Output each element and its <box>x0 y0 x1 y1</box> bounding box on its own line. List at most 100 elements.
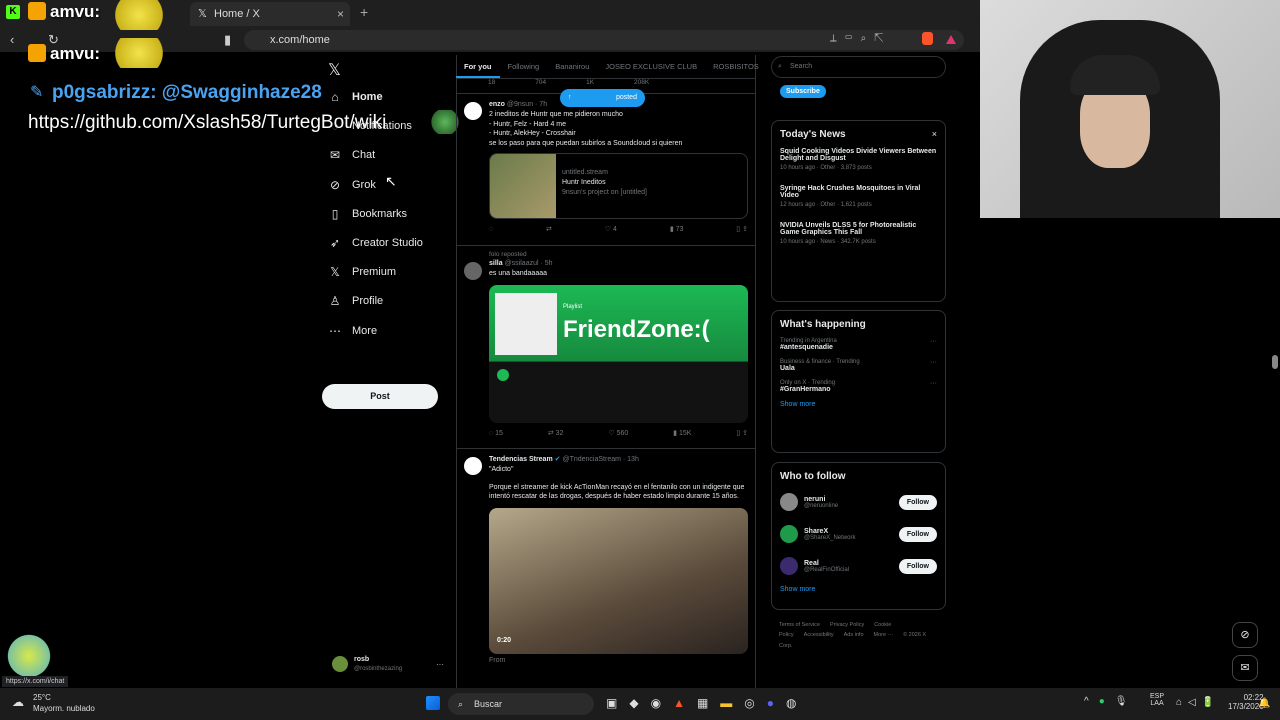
follow-suggestion[interactable]: neruni @neruonline Follow <box>772 486 945 518</box>
show-more-link[interactable]: Show more <box>772 582 945 597</box>
emote-icon <box>115 0 175 30</box>
avatar[interactable] <box>464 457 482 475</box>
tab-rosbisitos[interactable]: ROSBISITOS <box>705 55 767 78</box>
follow-suggestion[interactable]: Real @RealFinOfficial Follow <box>772 550 945 582</box>
avatar[interactable] <box>332 656 348 672</box>
scrollbar[interactable] <box>1272 355 1278 369</box>
show-more-link[interactable]: Show more <box>772 397 945 412</box>
overlay-chat-line1: amvu: <box>50 2 101 21</box>
trend-item[interactable]: Only on X · Trending #GranHermano ··· <box>772 376 945 397</box>
media-image[interactable]: Playlist FriendZone:( <box>489 284 748 423</box>
system-tray[interactable]: ^ ● 🎙 <box>1084 696 1127 707</box>
footer-link[interactable]: Terms of Service <box>779 622 820 628</box>
tweet-handle[interactable]: @TndenciaStream · 13h <box>562 456 638 463</box>
avatar[interactable] <box>464 262 482 280</box>
happening-panel: What's happening Trending in Argentina #a… <box>771 310 946 453</box>
grok-float-icon[interactable]: ⊘ <box>1232 622 1258 648</box>
weather-temp[interactable]: 25°C <box>33 693 51 702</box>
footer-link[interactable]: Ads info <box>844 632 864 638</box>
nav-item-notifications[interactable]: ◔ Notifications <box>328 112 412 140</box>
language-indicator[interactable]: ESP LAA <box>1150 693 1164 707</box>
trend-item[interactable]: Trending in Argentina #antesquenadie ··· <box>772 334 945 355</box>
nav-item-more[interactable]: ⋯ More <box>328 317 377 345</box>
subscribe-button[interactable]: Subscribe <box>780 85 826 98</box>
trend-item[interactable]: Business & finance · Trending Uala ··· <box>772 355 945 376</box>
toolbar-icons[interactable]: ⟂▭⌕⇱ <box>830 33 892 44</box>
kick-icon[interactable]: K <box>6 5 20 19</box>
messages-float-icon[interactable]: ✉ <box>1232 655 1258 681</box>
avatar[interactable] <box>780 525 798 543</box>
tweet[interactable]: enzo @9nsun · 7h 2 ineditos de Huntr que… <box>464 100 748 235</box>
search-input[interactable]: ⌕ Search <box>771 56 946 78</box>
link-card[interactable]: untitled.stream Huntr Ineditos 9nsun's p… <box>489 152 748 219</box>
video-player[interactable]: 0:20 <box>489 508 748 655</box>
like-button[interactable]: ♡ 560 <box>608 429 628 439</box>
tweet-author[interactable]: Tendencias Stream <box>489 456 553 463</box>
tab-home[interactable]: 𝕏 Home / X × <box>190 2 350 26</box>
reply-button[interactable]: ◌ 15 <box>489 429 503 439</box>
bookmark-page-icon[interactable]: ▮ <box>224 32 231 48</box>
tab-joseo-exclusive-club[interactable]: JOSEO EXCLUSIVE CLUB <box>597 55 705 78</box>
tab-bananirou[interactable]: Bananirou <box>547 55 597 78</box>
status-url: https://x.com/i/chat <box>2 676 69 687</box>
footer-link[interactable]: More ··· <box>874 632 894 638</box>
taskbar-search[interactable]: ⌕ Buscar <box>448 693 594 715</box>
who-to-follow-panel: Who to follow neruni @neruonline Follow Sha… <box>771 462 946 610</box>
views-button[interactable]: ▮ 15K <box>673 429 691 439</box>
account-more-icon[interactable]: ··· <box>436 660 444 669</box>
avatar[interactable] <box>780 493 798 511</box>
footer-link[interactable]: Accessibility <box>804 632 834 638</box>
x-logo-icon[interactable]: 𝕏 <box>328 60 341 80</box>
follow-button[interactable]: Follow <box>898 494 937 510</box>
tray-icons[interactable]: ⌂◁🔋 <box>1176 697 1220 708</box>
like-button[interactable]: ♡ 4 <box>605 225 617 235</box>
back-icon[interactable]: ‹ <box>10 32 14 47</box>
tweet-handle[interactable]: @ssilaazul · 5h <box>505 260 553 267</box>
retweet-button[interactable]: ⇄ 32 <box>548 429 564 439</box>
nav-item-label: Bookmarks <box>352 207 408 220</box>
more-icon[interactable]: ··· <box>930 338 937 345</box>
follow-suggestion[interactable]: ShareX @ShareX_Network Follow <box>772 518 945 550</box>
footer-link[interactable]: Privacy Policy <box>830 622 864 628</box>
nav-item-creator-studio[interactable]: ➶ Creator Studio <box>328 229 423 257</box>
reply-icon[interactable]: ◌ <box>489 225 493 235</box>
nav-item-bookmarks[interactable]: ▯ Bookmarks <box>328 200 407 228</box>
nav-item-profile[interactable]: ♙ Profile <box>328 287 384 315</box>
brave-icon[interactable] <box>922 32 933 45</box>
tab-for-you[interactable]: For you <box>456 55 500 78</box>
bookmark-icon[interactable]: ▯ ⇪ <box>736 429 748 439</box>
follow-button[interactable]: Follow <box>898 558 937 574</box>
close-icon[interactable]: × <box>932 129 937 139</box>
follow-title: Who to follow <box>780 471 846 482</box>
tweet[interactable]: folo reposted silla @ssilaazul · 5h es u… <box>464 250 748 438</box>
taskbar-apps[interactable]: ▣ ◆ ◉ ▲ ▦ ▬ ◎ ● ◍ <box>606 696 797 710</box>
news-item[interactable]: NVIDIA Unveils DLSS 5 for Photorealistic… <box>772 218 945 255</box>
more-icon[interactable]: ··· <box>930 359 937 366</box>
folder-icon: ▬ <box>720 696 733 710</box>
views-button[interactable]: ▮ 73 <box>670 225 684 235</box>
nav-item-chat[interactable]: ✉ Chat <box>328 141 375 169</box>
post-button[interactable]: Post <box>322 384 438 409</box>
news-item[interactable]: Squid Cooking Videos Divide Viewers Betw… <box>772 144 945 181</box>
tweet[interactable]: Tendencias Stream ✔ @TndenciaStream · 13… <box>464 455 748 666</box>
news-item[interactable]: Syringe Hack Crushes Mosquitoes in Viral… <box>772 181 945 218</box>
tweet-author[interactable]: enzo <box>489 101 505 108</box>
bookmark-icon[interactable]: ▯ ⇪ <box>736 225 748 235</box>
follow-button[interactable]: Follow <box>898 526 937 542</box>
nav-item-premium[interactable]: 𝕏 Premium <box>328 258 396 286</box>
rewards-icon[interactable] <box>946 35 956 44</box>
tweet-author[interactable]: silla <box>489 260 503 267</box>
follow-handle: @ShareX_Network <box>804 534 856 541</box>
close-tab-button[interactable]: × <box>337 2 344 26</box>
avatar[interactable] <box>780 557 798 575</box>
nav-item-grok[interactable]: ⊘ Grok <box>328 171 376 199</box>
tweet-handle[interactable]: @9nsun · 7h <box>507 101 547 108</box>
windows-start-icon[interactable] <box>426 696 440 710</box>
more-icon[interactable]: ··· <box>930 380 937 387</box>
notifications-icon[interactable]: 🔔 <box>1258 698 1270 709</box>
new-tab-button[interactable]: + <box>360 4 368 20</box>
nav-item-home[interactable]: ⌂ Home <box>328 83 382 111</box>
tab-following[interactable]: Following <box>500 55 548 78</box>
avatar[interactable] <box>464 102 482 120</box>
retweet-icon[interactable]: ⇄ <box>546 225 552 235</box>
